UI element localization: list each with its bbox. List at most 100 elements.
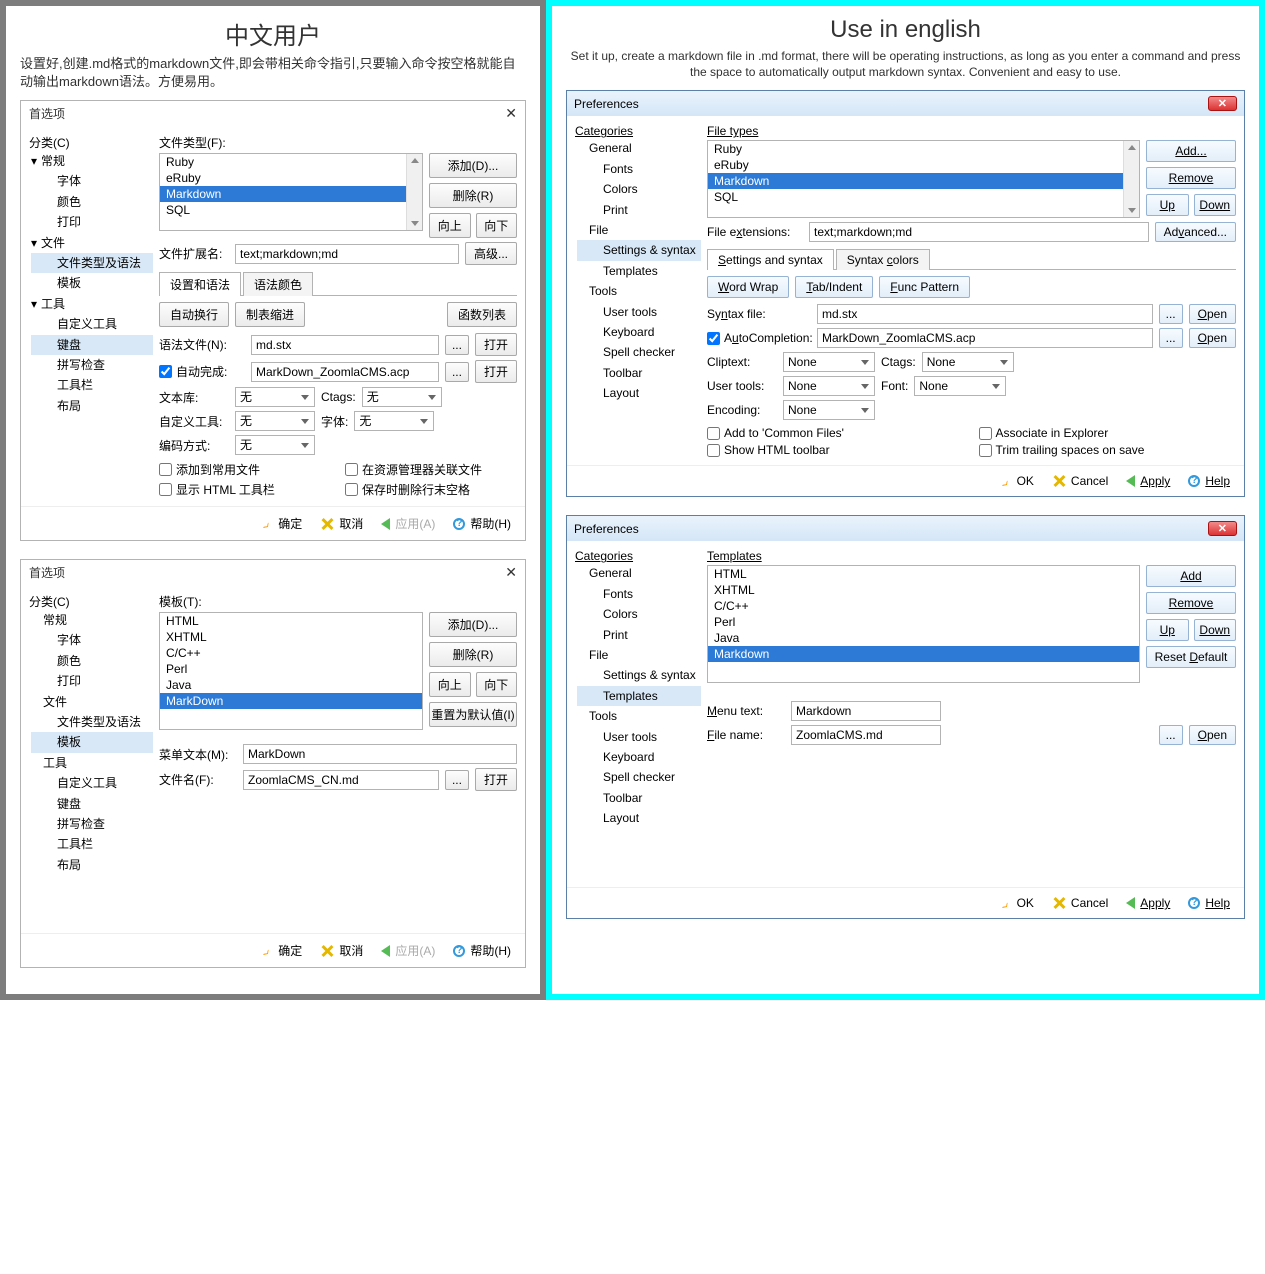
encoding-select[interactable]: None	[783, 400, 875, 420]
down-button[interactable]: 向下	[476, 213, 518, 238]
close-icon[interactable]: ✕	[505, 105, 517, 122]
scrollbar[interactable]	[406, 154, 422, 230]
ctags-select[interactable]: 无	[362, 387, 442, 407]
up-button[interactable]: Up	[1146, 619, 1189, 641]
advanced-button[interactable]: Advanced...	[1155, 222, 1236, 242]
open-button[interactable]: Open	[1189, 328, 1236, 348]
ck-trim-trailing[interactable]	[345, 483, 358, 496]
open-button[interactable]: 打开	[475, 768, 517, 791]
down-button[interactable]: Down	[1194, 194, 1237, 216]
category-tree[interactable]: General Fonts Colors Print File Settings…	[575, 138, 701, 403]
cancel-button[interactable]: Cancel	[1052, 896, 1108, 910]
remove-button[interactable]: 删除(R)	[429, 642, 517, 667]
help-button[interactable]: Help	[1188, 896, 1230, 910]
remove-button[interactable]: Remove	[1146, 167, 1236, 189]
templates-list[interactable]: HTML XHTML C/C++ Perl Java Markdown	[707, 565, 1140, 683]
ext-input[interactable]	[809, 222, 1149, 242]
word-wrap-button[interactable]: Word Wrap	[707, 276, 789, 298]
tab-syntax-colors[interactable]: 语法颜色	[243, 272, 313, 296]
ok-button[interactable]: 确定	[261, 515, 302, 532]
ext-input[interactable]	[235, 244, 459, 264]
advanced-button[interactable]: 高级...	[465, 242, 517, 265]
ck-trim-trailing[interactable]	[979, 444, 992, 457]
tab-syntax-colors[interactable]: Syntax colors	[836, 249, 930, 270]
category-tree[interactable]: General Fonts Colors Print File Settings…	[575, 563, 701, 828]
ck-html-toolbar[interactable]	[707, 444, 720, 457]
category-tree[interactable]: 常规 字体 颜色 打印 文件 文件类型及语法 模板 工具 自定义工具 键盘 拼写…	[29, 610, 153, 875]
cancel-button[interactable]: Cancel	[1052, 474, 1108, 488]
menu-text-input[interactable]	[791, 701, 941, 721]
reset-default-button[interactable]: Reset Default	[1146, 646, 1236, 668]
templates-list[interactable]: HTML XHTML C/C++ Perl Java MarkDown	[159, 612, 423, 730]
ck-associate[interactable]	[345, 463, 358, 476]
up-button[interactable]: 向上	[429, 672, 471, 697]
browse-button[interactable]: ...	[1159, 328, 1183, 348]
browse-button[interactable]: ...	[445, 770, 469, 790]
usertools-select[interactable]: 无	[235, 411, 315, 431]
apply-button[interactable]: 应用(A)	[381, 515, 435, 532]
category-tree[interactable]: ▾常规 字体 颜色 打印 ▾文件 文件类型及语法 模板 ▾工具 自定义工具 键盘…	[29, 151, 153, 416]
ok-button[interactable]: 确定	[261, 942, 302, 959]
func-pattern-button[interactable]: 函数列表	[447, 302, 517, 327]
apply-button[interactable]: 应用(A)	[381, 942, 435, 959]
open-button[interactable]: 打开	[475, 360, 517, 383]
reset-default-button[interactable]: 重置为默认值(I)	[429, 702, 517, 727]
help-button[interactable]: 帮助(H)	[453, 942, 511, 959]
ck-associate[interactable]	[979, 427, 992, 440]
browse-button[interactable]: ...	[445, 362, 469, 382]
remove-button[interactable]: 删除(R)	[429, 183, 517, 208]
add-button[interactable]: Add	[1146, 565, 1236, 587]
func-pattern-button[interactable]: Func Pattern	[879, 276, 970, 298]
cancel-button[interactable]: 取消	[320, 515, 363, 532]
up-button[interactable]: Up	[1146, 194, 1189, 216]
ok-button[interactable]: OK	[1000, 474, 1034, 488]
down-button[interactable]: 向下	[476, 672, 518, 697]
file-types-list[interactable]: Ruby eRuby Markdown SQL	[159, 153, 423, 231]
tab-indent-button[interactable]: 制表缩进	[235, 302, 305, 327]
syntax-file-input[interactable]	[251, 335, 439, 355]
autocomplete-input[interactable]	[251, 362, 439, 382]
tab-settings-syntax[interactable]: 设置和语法	[159, 272, 241, 296]
up-button[interactable]: 向上	[429, 213, 471, 238]
tab-settings-syntax[interactable]: Settings and syntax	[707, 249, 834, 270]
cancel-button[interactable]: 取消	[320, 942, 363, 959]
close-icon[interactable]: ✕	[1208, 96, 1237, 111]
close-icon[interactable]: ✕	[1208, 521, 1237, 536]
apply-button[interactable]: Apply	[1126, 474, 1170, 488]
ck-html-toolbar[interactable]	[159, 483, 172, 496]
browse-button[interactable]: ...	[1159, 304, 1183, 324]
cliptext-select[interactable]: None	[783, 352, 875, 372]
help-button[interactable]: Help	[1188, 474, 1230, 488]
browse-button[interactable]: ...	[445, 335, 469, 355]
ctags-select[interactable]: None	[922, 352, 1014, 372]
font-select[interactable]: None	[914, 376, 1006, 396]
cliptext-select[interactable]: 无	[235, 387, 315, 407]
encoding-select[interactable]: 无	[235, 435, 315, 455]
file-name-input[interactable]	[243, 770, 439, 790]
usertools-select[interactable]: None	[783, 376, 875, 396]
scrollbar[interactable]	[1123, 141, 1139, 217]
font-select[interactable]: 无	[354, 411, 434, 431]
add-button[interactable]: 添加(D)...	[429, 612, 517, 637]
ck-common-files[interactable]	[707, 427, 720, 440]
autocomplete-checkbox[interactable]	[707, 332, 720, 345]
file-types-list[interactable]: Ruby eRuby Markdown SQL	[707, 140, 1140, 218]
remove-button[interactable]: Remove	[1146, 592, 1236, 614]
autocomplete-input[interactable]	[817, 328, 1153, 348]
syntax-file-input[interactable]	[817, 304, 1153, 324]
apply-button[interactable]: Apply	[1126, 896, 1170, 910]
file-name-input[interactable]	[791, 725, 941, 745]
open-button[interactable]: 打开	[475, 333, 517, 356]
tab-indent-button[interactable]: Tab/Indent	[795, 276, 873, 298]
browse-button[interactable]: ...	[1159, 725, 1183, 745]
add-button[interactable]: 添加(D)...	[429, 153, 517, 178]
ck-common-files[interactable]	[159, 463, 172, 476]
help-button[interactable]: 帮助(H)	[453, 515, 511, 532]
open-button[interactable]: Open	[1189, 304, 1236, 324]
ok-button[interactable]: OK	[1000, 896, 1034, 910]
open-button[interactable]: Open	[1189, 725, 1236, 745]
close-icon[interactable]: ✕	[505, 564, 517, 581]
down-button[interactable]: Down	[1194, 619, 1237, 641]
menu-text-input[interactable]	[243, 744, 517, 764]
autocomplete-checkbox[interactable]	[159, 365, 172, 378]
